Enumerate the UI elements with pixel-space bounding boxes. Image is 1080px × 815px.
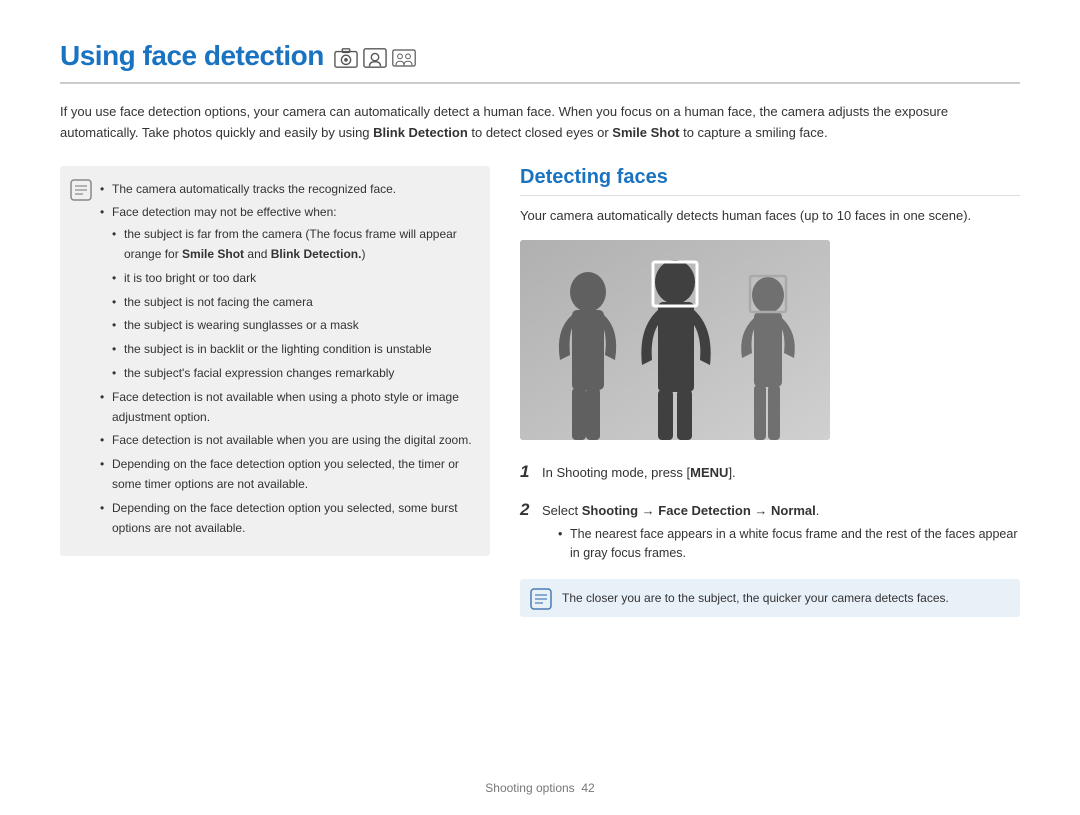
step-1: 1 In Shooting mode, press [MENU]. [520, 458, 1020, 485]
note-icon [70, 179, 92, 201]
note-sub-item-2: it is too bright or too dark [112, 269, 474, 289]
section-description: Your camera automatically detects human … [520, 206, 1020, 227]
note-item-3: Face detection is not available when usi… [100, 388, 474, 428]
camera-face-icon [334, 48, 358, 68]
tip-icon [530, 588, 552, 610]
note-sub-item-6: the subject's facial expression changes … [112, 364, 474, 384]
note-item-4: Face detection is not available when you… [100, 431, 474, 451]
title-icons [334, 48, 416, 68]
face-detection-image [520, 240, 830, 440]
note-item-5: Depending on the face detection option y… [100, 455, 474, 495]
step-2-sublist: The nearest face appears in a white focu… [542, 525, 1020, 563]
section-title: Detecting faces [520, 166, 1020, 196]
step-2: 2 Select Shooting → Face Detection → Nor… [520, 496, 1020, 565]
note-sub-item-3: the subject is not facing the camera [112, 293, 474, 313]
note-item-2: Face detection may not be effective when… [100, 203, 474, 383]
tip-box: The closer you are to the subject, the q… [520, 579, 1020, 617]
note-item-1: The camera automatically tracks the reco… [100, 180, 474, 200]
note-list: The camera automatically tracks the reco… [100, 180, 474, 539]
right-column: Detecting faces Your camera automaticall… [520, 166, 1020, 617]
face-grid-icon [363, 48, 387, 68]
steps: 1 In Shooting mode, press [MENU]. 2 Sele… [520, 458, 1020, 564]
note-item-6: Depending on the face detection option y… [100, 499, 474, 539]
page-title: Using face detection [60, 40, 324, 72]
left-column: The camera automatically tracks the reco… [60, 166, 490, 557]
note-sub-item-4: the subject is wearing sunglasses or a m… [112, 316, 474, 336]
note-sub-list: the subject is far from the camera (The … [112, 225, 474, 384]
note-box: The camera automatically tracks the reco… [60, 166, 490, 557]
step-2-sub-item: The nearest face appears in a white focu… [558, 525, 1020, 563]
multi-face-icon [392, 48, 416, 68]
footer-text: Shooting options [485, 781, 574, 795]
note-sub-item-5: the subject is in backlit or the lightin… [112, 340, 474, 360]
footer-page-num: 42 [581, 781, 594, 795]
note-sub-item-1: the subject is far from the camera (The … [112, 225, 474, 265]
tip-text: The closer you are to the subject, the q… [562, 591, 949, 605]
footer: Shooting options 42 [0, 781, 1080, 795]
content-columns: The camera automatically tracks the reco… [60, 166, 1020, 617]
page-title-section: Using face detection [60, 40, 1020, 84]
intro-text: If you use face detection options, your … [60, 102, 1020, 144]
